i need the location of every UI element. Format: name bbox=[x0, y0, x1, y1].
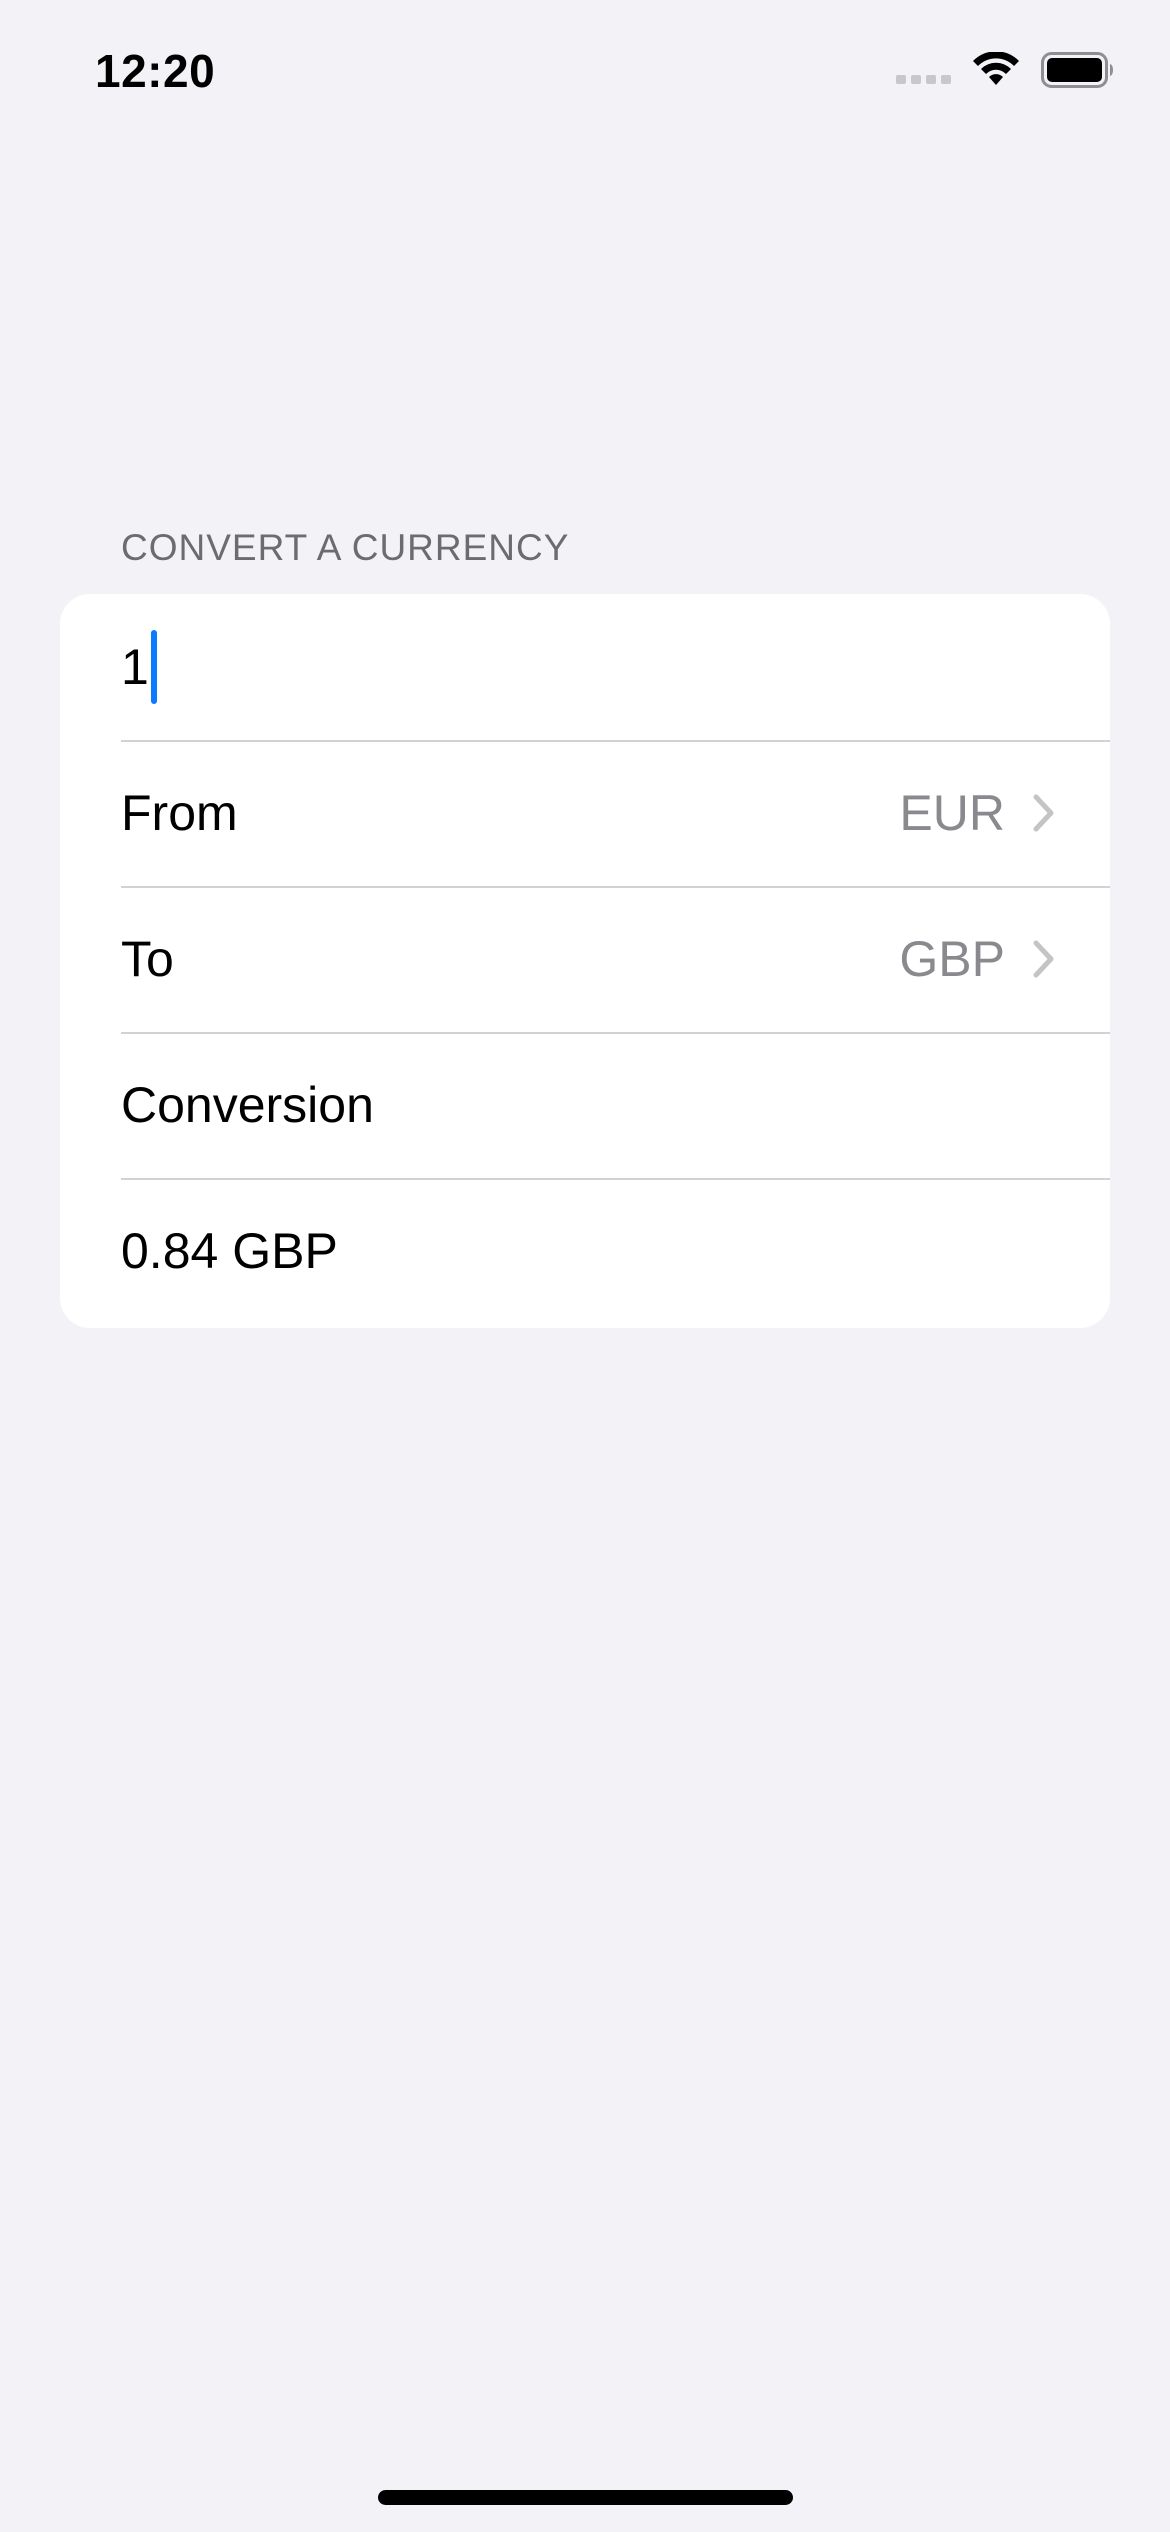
conversion-header-row: Conversion bbox=[60, 1032, 1110, 1178]
wifi-icon bbox=[973, 52, 1019, 85]
amount-row[interactable]: 1 bbox=[60, 594, 1110, 740]
from-label: From bbox=[121, 785, 238, 841]
to-currency-row[interactable]: To GBP bbox=[60, 886, 1110, 1032]
from-currency-row[interactable]: From EUR bbox=[60, 740, 1110, 886]
battery-icon bbox=[1041, 52, 1113, 88]
chevron-right-icon bbox=[1033, 940, 1054, 978]
status-time: 12:20 bbox=[95, 45, 216, 97]
to-label: To bbox=[121, 931, 174, 987]
to-currency-value: GBP bbox=[899, 931, 1005, 987]
status-icons bbox=[896, 52, 1115, 88]
chevron-right-icon bbox=[1033, 794, 1054, 832]
amount-input[interactable]: 1 bbox=[121, 594, 1055, 740]
conversion-label: Conversion bbox=[121, 1077, 374, 1133]
cellular-signal-icon bbox=[896, 74, 951, 84]
conversion-result: 0.84 GBP bbox=[121, 1223, 338, 1279]
currency-form-card: 1 From EUR To GBP Conversion 0.84 GBP bbox=[60, 594, 1110, 1328]
text-caret bbox=[150, 630, 157, 704]
section-header: CONVERT A CURRENCY bbox=[121, 527, 570, 568]
from-currency-value: EUR bbox=[899, 785, 1005, 841]
conversion-result-row: 0.84 GBP bbox=[60, 1178, 1110, 1324]
amount-input-value: 1 bbox=[121, 639, 149, 695]
status-bar: 12:20 bbox=[0, 0, 1170, 150]
home-indicator[interactable] bbox=[378, 2490, 793, 2505]
